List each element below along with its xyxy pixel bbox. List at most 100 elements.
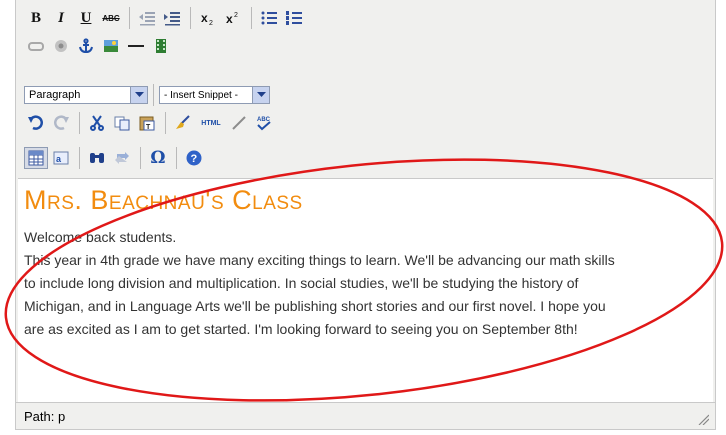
svg-text:2: 2: [209, 20, 213, 26]
insert-snippet-select[interactable]: - Insert Snippet -: [159, 86, 270, 104]
spellcheck-icon: ABC: [257, 117, 271, 131]
indent-icon: [164, 12, 180, 26]
toolbar-separator: [79, 112, 80, 134]
html-source-button[interactable]: HTML: [196, 112, 226, 134]
format-select-value: Paragraph: [29, 89, 81, 101]
toolbar-separator: [190, 7, 191, 29]
image-button[interactable]: [99, 35, 123, 57]
link-icon: [28, 42, 44, 51]
bullet-list-icon: [261, 11, 277, 25]
omega-icon: Ω: [150, 148, 166, 168]
toolbar-separator: [165, 112, 166, 134]
element-path: Path: p: [24, 409, 66, 424]
toolbar-row-4: T HTML ABC: [24, 111, 277, 135]
paragraph-line: to include long division and multiplicat…: [24, 275, 579, 291]
cleanup-button[interactable]: [171, 112, 195, 134]
superscript-icon: x2: [226, 12, 238, 26]
replace-button[interactable]: [110, 147, 134, 169]
spellcheck-button[interactable]: ABC: [252, 112, 276, 134]
svg-text:x: x: [226, 12, 233, 26]
redo-icon: [54, 115, 69, 130]
pencil-icon: [232, 116, 246, 130]
anchor-button[interactable]: [74, 35, 98, 57]
copy-button[interactable]: [110, 112, 134, 134]
toolbar-row-2: [24, 34, 174, 58]
welcome-paragraph: Welcome back students. This year in 4th …: [24, 226, 704, 341]
horizontal-rule-icon: [128, 45, 144, 47]
toolbar-separator: [79, 147, 80, 169]
underline-button[interactable]: U: [74, 7, 98, 29]
binoculars-icon: [90, 153, 104, 163]
strikethrough-button[interactable]: ABC: [99, 7, 123, 29]
horizontal-rule-button[interactable]: [124, 35, 148, 57]
media-button[interactable]: [149, 35, 173, 57]
link-button[interactable]: [24, 35, 48, 57]
insert-snippet-value: - Insert Snippet -: [164, 89, 238, 101]
svg-text:T: T: [146, 124, 151, 131]
toolbar-separator: [153, 84, 154, 106]
outdent-icon: [139, 12, 155, 26]
italic-label: I: [58, 9, 64, 26]
table-icon: [28, 150, 44, 166]
styleprops-icon: a: [53, 151, 69, 165]
italic-button[interactable]: I: [49, 7, 73, 29]
bold-button[interactable]: B: [24, 7, 48, 29]
outdent-button[interactable]: [135, 7, 159, 29]
editor-content-area[interactable]: Mrs. Beachnau's Class Welcome back stude…: [18, 178, 713, 402]
html-label: HTML: [201, 119, 221, 127]
help-icon: ?: [186, 150, 202, 166]
anchor-icon: [79, 38, 93, 54]
paragraph-line: Welcome back students.: [24, 229, 177, 245]
special-character-button[interactable]: Ω: [146, 147, 170, 169]
editor-statusbar: Path: p: [16, 402, 715, 429]
bold-label: B: [30, 9, 41, 26]
chevron-down-icon: [130, 87, 147, 103]
cut-button[interactable]: [85, 112, 109, 134]
copy-icon: [114, 116, 130, 131]
undo-button[interactable]: [24, 112, 48, 134]
class-heading: Mrs. Beachnau's Class: [24, 185, 303, 215]
chevron-down-icon: [252, 87, 269, 103]
toolbar-separator: [251, 7, 252, 29]
underline-label: U: [80, 9, 92, 26]
toolbar-separator: [129, 7, 130, 29]
film-icon: [156, 39, 166, 53]
help-button[interactable]: ?: [182, 147, 206, 169]
toolbar-separator: [140, 147, 141, 169]
undo-icon: [28, 115, 43, 130]
superscript-button[interactable]: x2: [221, 7, 245, 29]
indent-button[interactable]: [160, 7, 184, 29]
svg-text:?: ?: [191, 153, 198, 165]
broom-icon: [176, 115, 190, 129]
editor-toolbar: B I U ABC x2 x2 Paragraph - Insert Snipp…: [16, 0, 715, 178]
visual-aid-button[interactable]: [24, 147, 48, 169]
paragraph-line: Michigan, and in Language Arts we'll be …: [24, 298, 606, 314]
paragraph-line: are as excited as I am to get started. I…: [24, 321, 578, 337]
edit-pencil-button[interactable]: [227, 112, 251, 134]
paragraph-line: This year in 4th grade we have many exci…: [24, 252, 615, 268]
image-icon: [104, 40, 118, 52]
numbered-list-icon: [286, 11, 302, 25]
unlink-icon: [55, 40, 67, 52]
scissors-icon: [90, 115, 104, 131]
replace-icon: [115, 152, 129, 164]
redo-button[interactable]: [49, 112, 73, 134]
numbered-list-button[interactable]: [282, 7, 306, 29]
strikethrough-label: ABC: [102, 13, 120, 23]
svg-text:2: 2: [234, 12, 238, 19]
toolbar-row-5: a Ω ?: [24, 146, 207, 170]
unlink-button[interactable]: [49, 35, 73, 57]
resize-handle-icon[interactable]: [697, 413, 709, 425]
bullet-list-button[interactable]: [257, 7, 281, 29]
paste-text-button[interactable]: T: [135, 112, 159, 134]
paste-icon: T: [139, 116, 155, 131]
subscript-button[interactable]: x2: [196, 7, 220, 29]
subscript-icon: x2: [201, 11, 213, 26]
find-button[interactable]: [85, 147, 109, 169]
styleprops-button[interactable]: a: [49, 147, 73, 169]
toolbar-separator: [176, 147, 177, 169]
svg-text:x: x: [201, 11, 208, 25]
rich-text-editor: B I U ABC x2 x2 Paragraph - Insert Snipp…: [15, 0, 716, 430]
toolbar-row-3: Paragraph - Insert Snippet -: [24, 83, 270, 107]
format-select[interactable]: Paragraph: [24, 86, 148, 104]
